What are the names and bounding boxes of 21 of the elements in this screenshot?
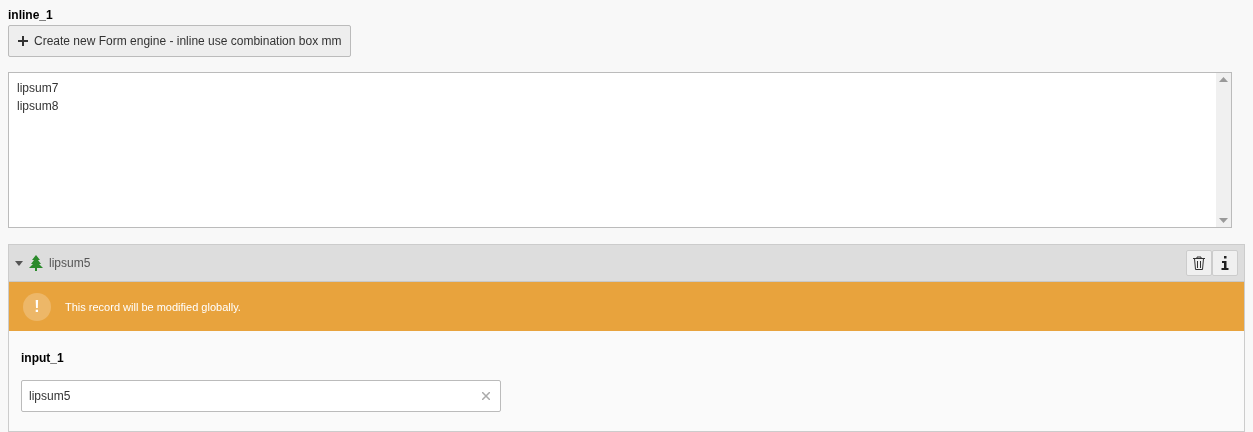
field-label: inline_1 bbox=[8, 6, 54, 24]
text-field[interactable]: lipsum5 bbox=[21, 380, 501, 412]
info-button[interactable] bbox=[1212, 250, 1238, 276]
info-icon bbox=[1221, 256, 1229, 270]
scrollbar[interactable] bbox=[1216, 73, 1231, 227]
plus-icon bbox=[18, 36, 28, 46]
tree-icon bbox=[29, 255, 43, 271]
clear-icon[interactable] bbox=[482, 392, 490, 400]
warning-icon: ! bbox=[23, 292, 51, 321]
field-label: input_1 bbox=[21, 349, 65, 367]
list-item[interactable]: lipsum8 bbox=[17, 98, 1208, 116]
alert-message: This record will be modified globally. bbox=[65, 300, 241, 313]
scroll-up-icon[interactable] bbox=[1219, 77, 1228, 82]
trash-icon bbox=[1193, 256, 1205, 270]
record-title: lipsum5 bbox=[49, 256, 91, 270]
list-item[interactable]: lipsum7 bbox=[17, 80, 1208, 98]
panel-header[interactable]: lipsum5 bbox=[9, 245, 1244, 282]
scroll-down-icon[interactable] bbox=[1219, 218, 1228, 223]
delete-button[interactable] bbox=[1186, 250, 1212, 276]
create-button[interactable]: Create new Form engine - inline use combination box mm bbox=[8, 25, 352, 57]
list-box[interactable]: lipsum7 lipsum8 bbox=[8, 72, 1232, 228]
